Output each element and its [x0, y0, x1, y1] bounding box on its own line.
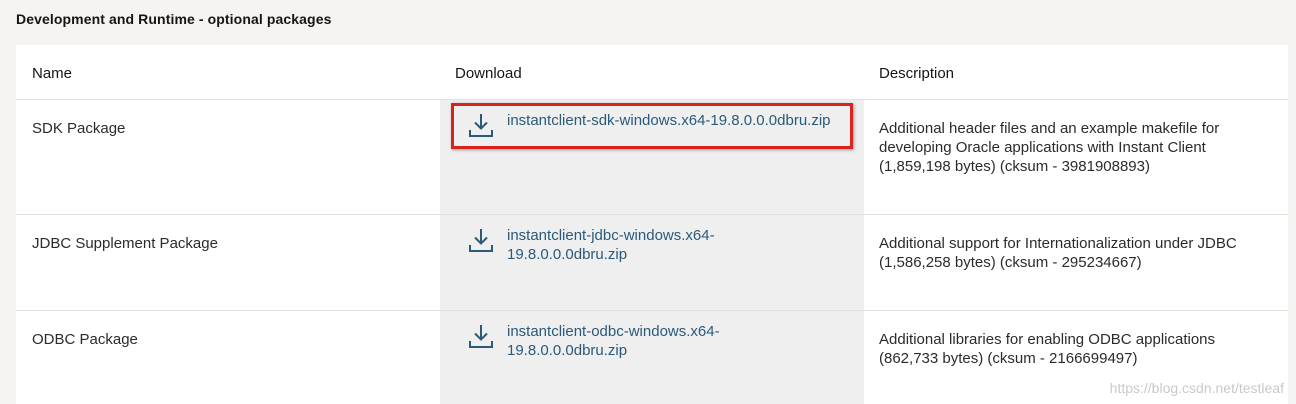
download-cell: instantclient-sdk-windows.x64-19.8.0.0.0…	[467, 111, 847, 139]
row-description: Additional libraries for enabling ODBC a…	[879, 331, 1216, 367]
packages-table: Name Download Description SDK Package in…	[16, 45, 1288, 404]
download-cell: instantclient-odbc-windows.x64- 19.8.0.0…	[467, 322, 847, 360]
download-filename-line1: instantclient-odbc-windows.x64-	[507, 323, 720, 340]
header-download: Download	[455, 65, 522, 82]
download-filename-line1: instantclient-jdbc-windows.x64-	[507, 227, 715, 244]
table-row: SDK Package instantclient-sdk-windows.x6…	[16, 100, 1288, 215]
watermark: https://blog.csdn.net/testleaf	[1109, 380, 1284, 396]
row-name: JDBC Supplement Package	[32, 235, 218, 252]
download-cell: instantclient-jdbc-windows.x64- 19.8.0.0…	[467, 226, 847, 264]
download-link-sdk[interactable]: instantclient-sdk-windows.x64-19.8.0.0.0…	[467, 111, 847, 139]
row-description: Additional header files and an example m…	[879, 120, 1220, 175]
header-description: Description	[879, 65, 955, 82]
download-filename-line1: instantclient-sdk-windows.x64-19.8.0.0.0…	[507, 112, 831, 129]
download-filename-line2: 19.8.0.0.0dbru.zip	[507, 246, 628, 263]
row-name: SDK Package	[32, 120, 126, 137]
table-header-row: Name Download Description	[16, 45, 1288, 100]
download-link-odbc[interactable]: instantclient-odbc-windows.x64- 19.8.0.0…	[467, 322, 847, 360]
download-icon	[469, 114, 493, 137]
download-filename-line2: 19.8.0.0.0dbru.zip	[507, 342, 628, 359]
table-row: JDBC Supplement Package instantclient-jd…	[16, 215, 1288, 311]
header-name: Name	[32, 65, 73, 82]
section-title: Development and Runtime - optional packa…	[16, 11, 332, 27]
row-name: ODBC Package	[32, 331, 138, 348]
table-row: ODBC Package instantclient-odbc-windows.…	[16, 311, 1288, 404]
row-description: Additional support for Internationalizat…	[879, 235, 1237, 271]
download-icon	[469, 325, 493, 348]
download-link-jdbc[interactable]: instantclient-jdbc-windows.x64- 19.8.0.0…	[467, 226, 847, 264]
download-icon	[469, 229, 493, 252]
